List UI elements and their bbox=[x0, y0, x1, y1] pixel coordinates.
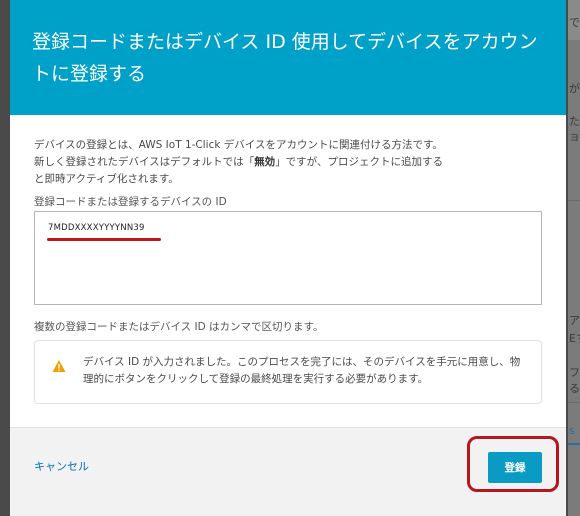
annotation-underline bbox=[47, 238, 161, 241]
modal-title: 登録コードまたはデバイス ID 使用してデバイスをアカウントに登録する bbox=[32, 31, 538, 85]
modal-footer: キャンセル 登録 bbox=[10, 428, 566, 516]
background-page: で が たは ョン アプ Eす フー るこ s bbox=[568, 0, 580, 516]
description-line-2a: 新しく登録されたデバイスはデフォルトでは「 bbox=[34, 156, 255, 168]
register-button[interactable]: 登録 bbox=[488, 452, 542, 483]
background-text: で bbox=[569, 16, 580, 29]
background-text: るこ bbox=[569, 382, 580, 395]
warning-alert: デバイス ID が入力されました。このプロセスを完了には、そのデバイスを手元に用… bbox=[34, 340, 542, 404]
description-line-1: デバイスの登録とは、AWS IoT 1-Click デバイスをアカウントに関連付… bbox=[34, 139, 443, 151]
background-divider bbox=[568, 200, 580, 201]
background-text: フー bbox=[569, 366, 580, 379]
disabled-state-text: 無効 bbox=[254, 156, 276, 168]
description-line-3: と即時アクティブ化されます。 bbox=[34, 173, 179, 185]
device-id-value: 7MDDXXXXYYYYNN39 bbox=[48, 223, 145, 233]
background-text: s bbox=[569, 424, 575, 437]
helper-text: 複数の登録コードまたはデバイス ID はカンマで区切ります。 bbox=[34, 321, 324, 333]
device-id-field-label: 登録コードまたは登録するデバイスの ID bbox=[34, 196, 227, 208]
modal-body: デバイスの登録とは、AWS IoT 1-Click デバイスをアカウントに関連付… bbox=[10, 115, 566, 428]
modal-description: デバイスの登録とは、AWS IoT 1-Click デバイスをアカウントに関連付… bbox=[34, 137, 534, 188]
background-tab-underline bbox=[568, 443, 580, 445]
device-id-textarea[interactable]: 7MDDXXXXYYYYNN39 bbox=[34, 211, 542, 305]
alert-message: デバイス ID が入力されました。このプロセスを完了には、そのデバイスを手元に用… bbox=[83, 356, 521, 385]
warning-icon bbox=[52, 360, 66, 372]
background-text: たは bbox=[569, 115, 580, 128]
background-text: ョン bbox=[569, 130, 580, 143]
background-text: Eす bbox=[569, 332, 580, 345]
background-text: アプ bbox=[569, 314, 580, 327]
background-text: が bbox=[569, 82, 580, 95]
background-divider bbox=[568, 402, 580, 403]
description-line-2b: 」ですが、プロジェクトに追加する bbox=[275, 156, 443, 168]
register-device-modal: 登録コードまたはデバイス ID 使用してデバイスをアカウントに登録する デバイス… bbox=[10, 0, 566, 516]
cancel-link[interactable]: キャンセル bbox=[34, 458, 89, 474]
modal-header: 登録コードまたはデバイス ID 使用してデバイスをアカウントに登録する bbox=[10, 0, 566, 115]
